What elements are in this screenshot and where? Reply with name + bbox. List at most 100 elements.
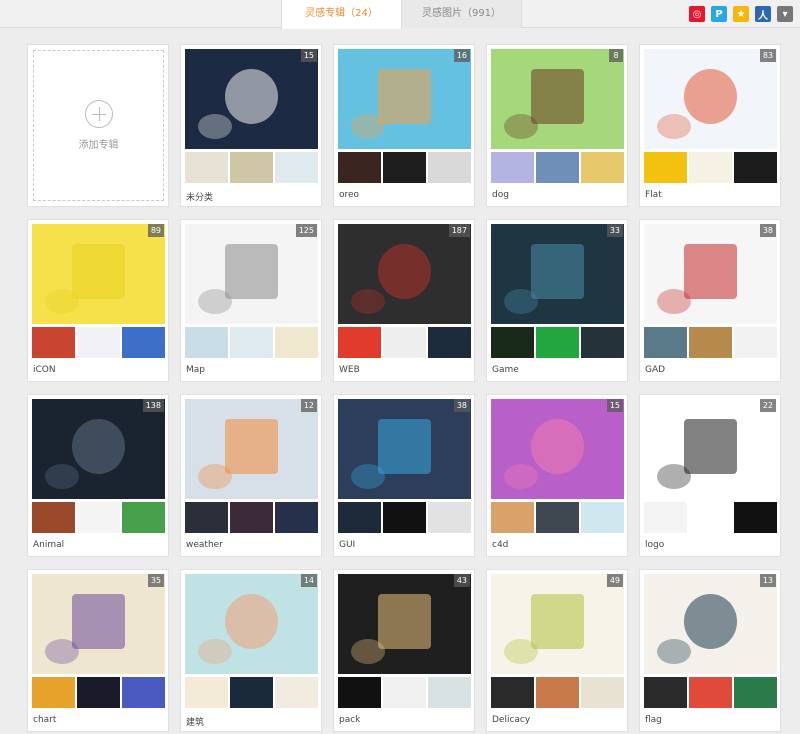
album-cover-image[interactable] bbox=[32, 399, 165, 499]
album-card[interactable]: 15 c4d bbox=[486, 394, 628, 557]
thumbnail-image[interactable] bbox=[185, 327, 228, 358]
album-card[interactable]: 38 GAD bbox=[639, 219, 781, 382]
thumbnail-image[interactable] bbox=[491, 327, 534, 358]
thumbnail-image[interactable] bbox=[689, 677, 732, 708]
album-card[interactable]: 187 WEB bbox=[333, 219, 475, 382]
thumbnail-image[interactable] bbox=[536, 677, 579, 708]
album-card[interactable]: 8 dog bbox=[486, 44, 628, 207]
album-cover-image[interactable] bbox=[644, 224, 777, 324]
thumbnail-image[interactable] bbox=[428, 502, 471, 533]
favorite-star-icon[interactable]: ★ bbox=[733, 6, 749, 22]
album-cover-image[interactable] bbox=[491, 49, 624, 149]
album-cover-image[interactable] bbox=[338, 49, 471, 149]
thumbnail-image[interactable] bbox=[122, 502, 165, 533]
album-card[interactable]: 89 iCON bbox=[27, 219, 169, 382]
album-card[interactable]: 33 Game bbox=[486, 219, 628, 382]
thumbnail-image[interactable] bbox=[338, 502, 381, 533]
thumbnail-image[interactable] bbox=[536, 327, 579, 358]
thumbnail-image[interactable] bbox=[32, 502, 75, 533]
album-cover-image[interactable] bbox=[32, 574, 165, 674]
album-card[interactable]: 22 logo bbox=[639, 394, 781, 557]
thumbnail-image[interactable] bbox=[734, 152, 777, 183]
add-album-box[interactable]: 添加专辑 bbox=[33, 50, 164, 201]
thumbnail-image[interactable] bbox=[230, 502, 273, 533]
qzone-icon[interactable]: P bbox=[711, 6, 727, 22]
album-card[interactable]: 14 建筑 bbox=[180, 569, 322, 732]
thumbnail-image[interactable] bbox=[185, 677, 228, 708]
thumbnail-image[interactable] bbox=[383, 327, 426, 358]
album-cover-image[interactable] bbox=[185, 399, 318, 499]
thumbnail-image[interactable] bbox=[32, 677, 75, 708]
album-cover-image[interactable] bbox=[338, 224, 471, 324]
thumbnail-image[interactable] bbox=[491, 677, 534, 708]
thumbnail-image[interactable] bbox=[581, 327, 624, 358]
thumbnail-image[interactable] bbox=[275, 152, 318, 183]
album-cover-image[interactable] bbox=[491, 399, 624, 499]
album-card[interactable]: 83 Flat bbox=[639, 44, 781, 207]
album-cover-image[interactable] bbox=[644, 49, 777, 149]
album-card[interactable]: 35 chart bbox=[27, 569, 169, 732]
thumbnail-image[interactable] bbox=[689, 502, 732, 533]
album-cover-image[interactable] bbox=[32, 224, 165, 324]
thumbnail-image[interactable] bbox=[275, 677, 318, 708]
thumbnail-image[interactable] bbox=[122, 327, 165, 358]
thumbnail-image[interactable] bbox=[338, 327, 381, 358]
thumbnail-image[interactable] bbox=[77, 677, 120, 708]
thumbnail-image[interactable] bbox=[383, 152, 426, 183]
thumbnail-image[interactable] bbox=[689, 152, 732, 183]
album-card[interactable]: 38 GUI bbox=[333, 394, 475, 557]
thumbnail-image[interactable] bbox=[581, 677, 624, 708]
album-card[interactable]: 15 未分类 bbox=[180, 44, 322, 207]
thumbnail-image[interactable] bbox=[734, 327, 777, 358]
thumbnail-image[interactable] bbox=[383, 502, 426, 533]
album-card[interactable]: 138 Animal bbox=[27, 394, 169, 557]
thumbnail-image[interactable] bbox=[644, 152, 687, 183]
thumbnail-image[interactable] bbox=[491, 502, 534, 533]
thumbnail-image[interactable] bbox=[77, 327, 120, 358]
album-cover-image[interactable] bbox=[185, 49, 318, 149]
thumbnail-image[interactable] bbox=[581, 152, 624, 183]
thumbnail-image[interactable] bbox=[734, 677, 777, 708]
album-cover-image[interactable] bbox=[644, 399, 777, 499]
more-dropdown-icon[interactable]: ▾ bbox=[777, 6, 793, 22]
thumbnail-image[interactable] bbox=[734, 502, 777, 533]
thumbnail-image[interactable] bbox=[275, 502, 318, 533]
thumbnail-image[interactable] bbox=[383, 677, 426, 708]
thumbnail-image[interactable] bbox=[428, 327, 471, 358]
weibo-icon[interactable]: ◎ bbox=[689, 6, 705, 22]
tab-inspiration-images[interactable]: 灵感图片（991） bbox=[402, 0, 522, 28]
album-card[interactable]: 43 pack bbox=[333, 569, 475, 732]
thumbnail-image[interactable] bbox=[185, 152, 228, 183]
thumbnail-image[interactable] bbox=[644, 502, 687, 533]
add-album-card[interactable]: 添加专辑 bbox=[27, 44, 169, 207]
album-cover-image[interactable] bbox=[185, 224, 318, 324]
thumbnail-image[interactable] bbox=[230, 327, 273, 358]
thumbnail-image[interactable] bbox=[491, 152, 534, 183]
renren-icon[interactable]: 人 bbox=[755, 6, 771, 22]
thumbnail-image[interactable] bbox=[581, 502, 624, 533]
thumbnail-image[interactable] bbox=[428, 152, 471, 183]
album-card[interactable]: 49 Delicacy bbox=[486, 569, 628, 732]
thumbnail-image[interactable] bbox=[428, 677, 471, 708]
thumbnail-image[interactable] bbox=[644, 327, 687, 358]
album-cover-image[interactable] bbox=[185, 574, 318, 674]
album-cover-image[interactable] bbox=[491, 224, 624, 324]
album-card[interactable]: 13 flag bbox=[639, 569, 781, 732]
album-cover-image[interactable] bbox=[338, 399, 471, 499]
thumbnail-image[interactable] bbox=[338, 152, 381, 183]
thumbnail-image[interactable] bbox=[275, 327, 318, 358]
thumbnail-image[interactable] bbox=[230, 152, 273, 183]
thumbnail-image[interactable] bbox=[122, 677, 165, 708]
thumbnail-image[interactable] bbox=[230, 677, 273, 708]
tab-inspiration-albums[interactable]: 灵感专辑（24） bbox=[281, 0, 402, 29]
thumbnail-image[interactable] bbox=[32, 327, 75, 358]
thumbnail-image[interactable] bbox=[644, 677, 687, 708]
album-cover-image[interactable] bbox=[338, 574, 471, 674]
album-card[interactable]: 125 Map bbox=[180, 219, 322, 382]
thumbnail-image[interactable] bbox=[689, 327, 732, 358]
thumbnail-image[interactable] bbox=[536, 502, 579, 533]
thumbnail-image[interactable] bbox=[338, 677, 381, 708]
thumbnail-image[interactable] bbox=[536, 152, 579, 183]
album-card[interactable]: 12 weather bbox=[180, 394, 322, 557]
thumbnail-image[interactable] bbox=[77, 502, 120, 533]
